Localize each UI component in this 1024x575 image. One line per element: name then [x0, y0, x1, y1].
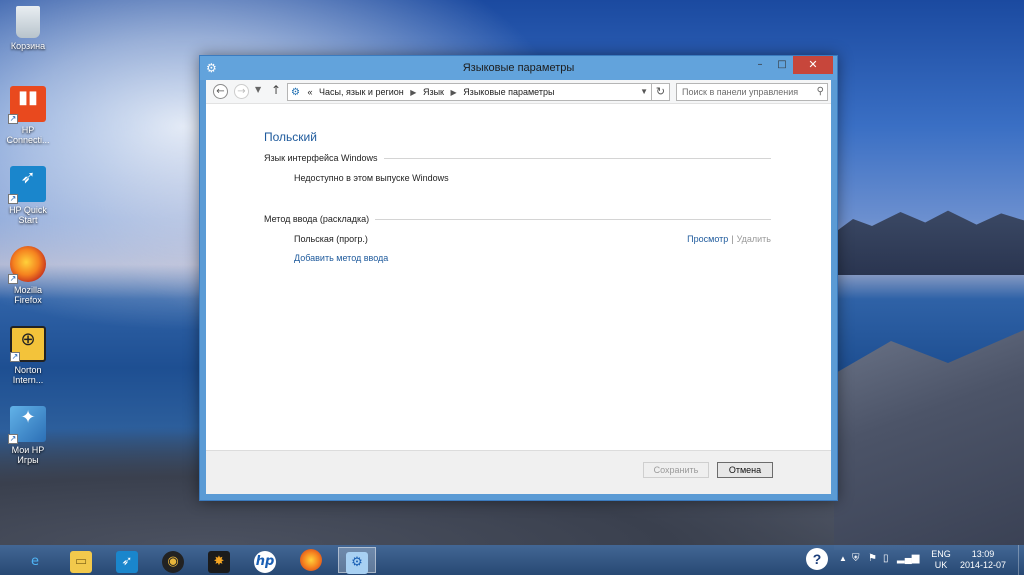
norton-icon: ⊕ ↗ — [10, 326, 46, 362]
breadcrumb-language[interactable]: Язык — [423, 84, 444, 100]
dialog-footer: Сохранить Отмена — [206, 450, 831, 494]
refresh-button[interactable]: ↻ — [652, 83, 670, 101]
address-overflow-chevron[interactable]: « — [308, 84, 313, 100]
link-separator: | — [731, 234, 734, 244]
breadcrumb-separator-icon[interactable]: ▶ — [451, 85, 457, 100]
language-options-content: Польский Язык интерфейса Windows Недосту… — [264, 130, 771, 263]
control-panel-icon: ⚙ — [346, 552, 368, 574]
ui-language-status: Недоступно в этом выпуске Windows — [294, 173, 449, 183]
games-icon: ✸ — [208, 551, 230, 573]
desktop-icon-firefox[interactable]: ↗ Mozilla Firefox — [4, 246, 52, 324]
cancel-button[interactable]: Отмена — [717, 462, 773, 478]
desktop-icon-hp-games[interactable]: ✦ ↗ Мои HP Игры — [4, 406, 52, 484]
taskbar-media-player[interactable]: ◉ — [154, 547, 192, 573]
action-center-icon[interactable]: ⚑ — [868, 553, 877, 564]
taskbar-firefox[interactable] — [292, 547, 330, 573]
internet-explorer-icon: e — [31, 554, 39, 569]
control-panel-icon[interactable]: ⚙ — [206, 61, 220, 75]
section-divider — [375, 218, 771, 220]
desktop-icon-hp-connected[interactable]: ▮▮ ↗ HP Connecti... — [4, 86, 52, 164]
input-method-name: Польская (прогр.) — [294, 234, 368, 244]
desktop-icon-label: Корзина — [10, 41, 46, 51]
desktop-icons: Корзина ▮▮ ↗ HP Connecti... ➶ ↗ HP Quick S… — [4, 4, 52, 484]
section-heading-text: Метод ввода (раскладка) — [264, 214, 370, 224]
battery-icon[interactable]: ▯ — [883, 553, 889, 564]
taskbar-hp-quick-start[interactable]: ➶ — [108, 547, 146, 573]
hp-connected-icon: ▮▮ ↗ — [8, 86, 46, 124]
section-heading-text: Язык интерфейса Windows — [264, 153, 378, 163]
taskbar-control-panel[interactable]: ⚙ — [338, 547, 376, 574]
desktop-icon-label: Мои HP Игры — [11, 445, 45, 465]
address-bar[interactable]: ⚙ « Часы, язык и регион ▶ Язык ▶ Языковы… — [287, 83, 652, 101]
firefox-icon: ↗ — [8, 246, 46, 284]
show-hidden-icons-icon[interactable]: ▲ — [839, 554, 847, 563]
window-controls: – □ ✕ — [749, 56, 833, 74]
hp-icon: hp — [254, 551, 276, 573]
desktop-icon-norton[interactable]: ⊕ ↗ Norton Intern... — [4, 326, 52, 404]
clock-date: 2014-12-07 — [959, 560, 1007, 570]
back-button[interactable]: ← — [213, 84, 228, 99]
file-explorer-icon: ▭ — [70, 551, 92, 573]
desktop-icon-hp-quick-start[interactable]: ➶ ↗ HP Quick Start — [4, 166, 52, 244]
search-placeholder: Поиск в панели управления — [682, 87, 799, 97]
taskbar-internet-explorer[interactable]: e — [16, 547, 54, 573]
input-method-row: Польская (прогр.) Просмотр | Удалить — [264, 234, 771, 244]
desktop-wallpaper-mountains — [834, 210, 1024, 275]
desktop-wallpaper-shore — [834, 330, 1024, 550]
hp-quick-start-icon: ➶ — [116, 551, 138, 573]
control-panel-icon: ⚙ — [291, 87, 300, 98]
show-desktop-button[interactable] — [1018, 545, 1024, 575]
search-input[interactable]: Поиск в панели управления ⚲ — [676, 83, 828, 101]
desktop-icon-label: Norton Intern... — [12, 365, 44, 385]
input-language-indicator[interactable]: ENG UK — [930, 549, 952, 571]
breadcrumb-separator-icon[interactable]: ▶ — [410, 85, 416, 100]
title-bar[interactable]: ⚙ Языковые параметры – □ ✕ — [200, 56, 837, 80]
up-button[interactable]: ↑ — [271, 83, 281, 97]
search-icon[interactable]: ⚲ — [817, 84, 824, 100]
maximize-button[interactable]: □ — [771, 56, 793, 74]
clock[interactable]: 13:09 2014-12-07 — [958, 549, 1008, 571]
save-button[interactable]: Сохранить — [643, 462, 709, 478]
hp-games-icon: ✦ ↗ — [8, 406, 46, 444]
breadcrumb-language-options[interactable]: Языковые параметры — [463, 84, 554, 100]
breadcrumb-clock-language-region[interactable]: Часы, язык и регион — [319, 84, 404, 100]
desktop-icon-label: HP Connecti... — [6, 125, 50, 145]
firefox-icon — [300, 549, 322, 571]
layout-code: UK — [934, 560, 948, 570]
window-title: Языковые параметры — [462, 62, 575, 74]
input-method-section-heading: Метод ввода (раскладка) — [264, 213, 771, 225]
language-code: ENG — [931, 549, 951, 559]
taskbar-hp[interactable]: hp — [246, 547, 284, 573]
section-divider — [383, 157, 771, 159]
remove-link[interactable]: Удалить — [737, 234, 771, 244]
volume-icon[interactable]: ♪ — [914, 553, 919, 564]
clock-time: 13:09 — [971, 549, 995, 559]
address-dropdown-icon[interactable]: ▼ — [640, 84, 648, 100]
input-method-actions: Просмотр | Удалить — [687, 234, 771, 244]
ui-language-section-heading: Язык интерфейса Windows — [264, 152, 771, 164]
desktop-icon-recycle-bin[interactable]: Корзина — [4, 6, 52, 84]
preview-link[interactable]: Просмотр — [687, 234, 728, 244]
language-options-window: ⚙ Языковые параметры – □ ✕ ← → ▼ ↑ ⚙ « Ч… — [199, 55, 838, 501]
add-input-method-link[interactable]: Добавить метод ввода — [264, 253, 771, 263]
taskbar-games[interactable]: ✸ — [200, 547, 238, 573]
desktop-icon-label: HP Quick Start — [9, 205, 47, 225]
hp-quick-start-icon: ➶ ↗ — [8, 166, 46, 204]
minimize-button[interactable]: – — [749, 56, 771, 74]
forward-button[interactable]: → — [234, 84, 249, 99]
recycle-bin-icon — [16, 6, 40, 38]
media-player-icon: ◉ — [162, 551, 184, 573]
navigation-bar: ← → ▼ ↑ ⚙ « Часы, язык и регион ▶ Язык ▶… — [206, 80, 831, 104]
taskbar: e ▭ ➶ ◉ ✸ hp ⚙ ? ▲ ⛨ ⚑ ▯ ▂▄▆ ♪ ENG UK 13… — [0, 545, 1024, 575]
security-icon[interactable]: ⛨ — [852, 553, 860, 564]
recent-pages-dropdown[interactable]: ▼ — [255, 85, 261, 94]
help-icon[interactable]: ? — [806, 548, 828, 570]
close-button[interactable]: ✕ — [793, 56, 833, 74]
taskbar-file-explorer[interactable]: ▭ — [62, 547, 100, 573]
page-title: Польский — [264, 130, 317, 144]
desktop-icon-label: Mozilla Firefox — [13, 285, 42, 305]
window-client-area: ← → ▼ ↑ ⚙ « Часы, язык и регион ▶ Язык ▶… — [206, 80, 831, 494]
